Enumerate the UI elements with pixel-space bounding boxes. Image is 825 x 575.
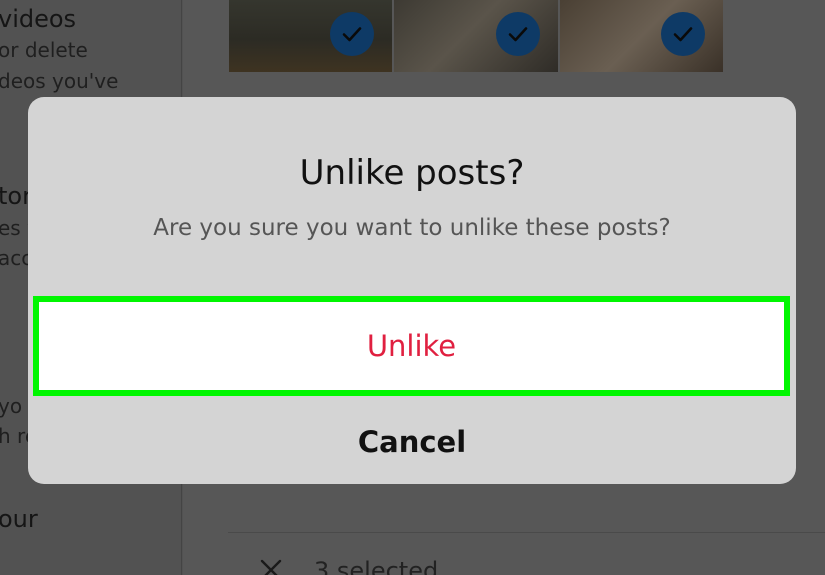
cancel-button[interactable]: Cancel xyxy=(28,399,796,484)
selected-count: 3 selected xyxy=(314,557,439,575)
sidebar-section-title-videos: videos xyxy=(0,5,77,33)
selection-bar: 3 selected xyxy=(228,532,825,575)
cancel-button-label: Cancel xyxy=(357,424,467,459)
unlike-button-label: Unlike xyxy=(366,329,457,363)
sidebar-section-title: our xyxy=(0,505,38,533)
sidebar-section-desc: or delete xyxy=(0,38,88,62)
dialog-title: Unlike posts? xyxy=(299,153,525,193)
close-icon[interactable] xyxy=(258,557,284,575)
unlike-button[interactable]: Unlike xyxy=(33,296,790,396)
post-thumbnail[interactable] xyxy=(559,0,723,72)
selected-check-icon[interactable] xyxy=(330,12,375,56)
post-thumbnail[interactable] xyxy=(394,0,558,72)
selected-check-icon[interactable] xyxy=(495,12,540,56)
dialog-message: Are you sure you want to unlike these po… xyxy=(153,215,671,241)
liked-posts-grid xyxy=(229,0,723,72)
unlike-confirm-dialog: Unlike posts? Are you sure you want to u… xyxy=(28,97,796,484)
selected-check-icon[interactable] xyxy=(660,12,705,56)
post-thumbnail[interactable] xyxy=(229,0,393,72)
sidebar-section-desc: deos you've xyxy=(0,69,119,93)
screen: videos or delete deos you've tor es y ac… xyxy=(0,0,825,575)
sidebar-section-desc: yo xyxy=(0,394,23,418)
